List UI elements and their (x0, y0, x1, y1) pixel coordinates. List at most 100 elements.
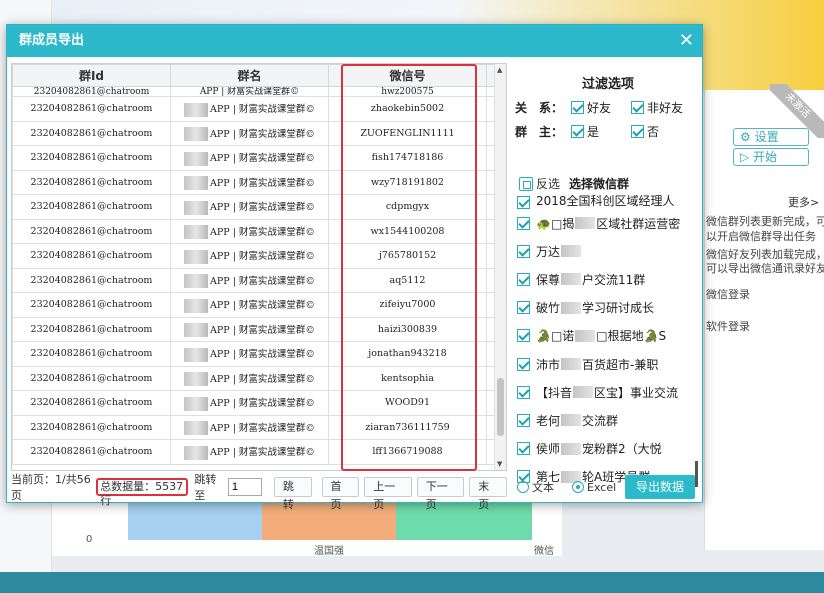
group-list-item[interactable]: 侯师 宠粉群2（大悦 (517, 435, 695, 463)
friend-checkbox[interactable]: 好友 (571, 99, 611, 116)
cell-wechat-id: hwz200575 (328, 86, 487, 97)
jump-page-input[interactable] (227, 478, 262, 496)
blurred-text (184, 421, 209, 435)
owner-yes-checkbox[interactable]: 是 (571, 123, 599, 140)
prev-page-button[interactable]: 上一页 (364, 477, 412, 511)
cell-group-id: 23204082861@chatroom (12, 218, 171, 244)
reverse-select-button[interactable]: 反选 (519, 175, 560, 192)
group-list-item[interactable]: 万达 (517, 237, 695, 265)
jump-button[interactable]: 跳转 (273, 477, 312, 511)
owner-no-checkbox[interactable]: 否 (631, 123, 659, 140)
checkbox-icon (517, 272, 530, 286)
group-name-text: APP | 财富实战课堂群© (210, 300, 315, 311)
cell-wechat-id: ZUOFENGLIN1111 (328, 120, 487, 146)
chart-bar (396, 498, 532, 540)
group-name-text: APP | 财富实战课堂群© (210, 177, 315, 189)
group-name-text: APP | 财富实战课堂群© (210, 422, 315, 434)
more-link[interactable]: 更多> (788, 194, 819, 210)
cell-wechat-id: kentsophia (328, 365, 487, 391)
taskbar (0, 572, 824, 593)
column-header-group-name[interactable]: 群名 (170, 64, 329, 87)
cell-wechat-id: aq5112 (328, 267, 487, 293)
login-status-2: 软件登录 (706, 320, 750, 333)
text-option-label: 文本 (532, 481, 554, 494)
table-row[interactable]: 23204082861@chatroom APP | 财富实战课堂群© ZUOFEN… (12, 120, 497, 146)
login-status-1: 微信登录 (706, 288, 750, 301)
owner-yes-label: 是 (587, 125, 600, 139)
scroll-down-icon[interactable]: ▼ (497, 460, 502, 468)
checkbox-icon (517, 196, 530, 209)
last-page-button[interactable]: 末页 (469, 477, 507, 511)
column-header-group-id[interactable]: 群Id (12, 64, 171, 87)
table-row[interactable]: 23204082861@chatroom APP | 财富实战课堂群© lff136… (12, 439, 497, 465)
group-name-start: 侯师 (536, 442, 561, 457)
group-name-text: APP | 财富实战课堂群© (210, 153, 315, 164)
cell-group-id: 23204082861@chatroom (12, 120, 171, 146)
cell-wechat-id: lff1366719088 (328, 439, 487, 465)
group-list-item[interactable]: 沛市 百货超市-兼职 (517, 350, 695, 378)
dialog-title: 群成员导出 (19, 33, 85, 48)
scroll-up-icon[interactable]: ▲ (497, 66, 502, 74)
group-list-item[interactable]: 🐊□诺 □根据地🐊S (517, 322, 695, 350)
table-row[interactable]: 23204082861@chatroom APP | 财富实战课堂群© zifeiy… (12, 292, 497, 318)
checkbox-icon (517, 216, 530, 230)
close-icon[interactable]: ✕ (679, 25, 694, 57)
group-name-text: APP | 财富实战课堂群© (210, 226, 315, 238)
cell-wechat-id: zhaokebin5002 (328, 96, 487, 122)
scrollbar-thumb[interactable] (497, 378, 504, 436)
group-name-text: APP | 财富实战课堂群© (210, 104, 315, 115)
cell-wechat-id: jonathan943218 (328, 341, 487, 367)
column-header-wechat-id[interactable]: 微信号 (328, 64, 487, 87)
settings-button[interactable]: ⚙ 设置 (733, 128, 809, 146)
first-page-button[interactable]: 首页 (321, 477, 360, 511)
cell-group-name: APP | 财富实战课堂群© (170, 390, 329, 416)
group-name-end: 区域社群运营密 (596, 216, 681, 231)
excel-option-label: Excel (587, 480, 617, 494)
group-list-item[interactable]: 【抖音 区宝】事业交流 (517, 378, 695, 406)
table-row[interactable]: 23204082861@chatroom APP | 财富实战课堂群© hwz2… (12, 86, 497, 97)
table-row[interactable]: 23204082861@chatroom APP | 财富实战课堂群© ziaran… (12, 414, 497, 440)
export-data-button[interactable]: 导出数据 (625, 475, 695, 499)
cell-group-id: 23204082861@chatroom (12, 316, 171, 342)
excel-radio[interactable] (572, 481, 584, 493)
filter-panel: 过滤选项 关 系： 好友 非好友 群 主： 是 否 反选 选择微信群 2018全… (515, 63, 701, 503)
cell-group-name: APP | 财富实战课堂群© (170, 86, 329, 97)
group-name-start: 保尊 (536, 272, 561, 287)
start-button[interactable]: ▷ 开始 (733, 148, 809, 166)
table-row[interactable]: 23204082861@chatroom APP | 财富实战课堂群© cdpmgy… (12, 194, 497, 220)
text-radio[interactable] (517, 481, 529, 493)
checkbox-icon (517, 357, 530, 371)
group-list-item[interactable]: 保尊 户交流11群 (517, 265, 695, 293)
dialog-titlebar: 群成员导出 ✕ (7, 25, 702, 57)
chart-bar (128, 498, 262, 540)
cell-group-name: APP | 财富实战课堂群© (170, 267, 329, 293)
group-name-text: APP | 财富实战课堂群© (210, 447, 315, 458)
table-row[interactable]: 23204082861@chatroom APP | 财富实战课堂群© zhaoke… (12, 96, 497, 122)
group-name-start: 【抖音 (536, 385, 573, 400)
blurred-text (184, 102, 209, 117)
group-list-item[interactable]: 2018全国科创区域经理人 (517, 195, 695, 209)
table-row[interactable]: 23204082861@chatroom APP | 财富实战课堂群© wzy718… (12, 169, 497, 195)
table-scrollbar[interactable]: ▲ ▼ (494, 64, 506, 470)
blurred-text (184, 151, 209, 166)
table-row[interactable]: 23204082861@chatroom APP | 财富实战课堂群© jonath… (12, 341, 497, 367)
cell-group-name: APP | 财富实战课堂群© (170, 194, 329, 220)
table-body: 23204082861@chatroom APP | 财富实战课堂群© hwz2… (12, 86, 497, 465)
non-friend-checkbox[interactable]: 非好友 (631, 99, 683, 116)
table-row[interactable]: 23204082861@chatroom APP | 财富实战课堂群© haizi3… (12, 316, 497, 342)
next-page-button[interactable]: 下一页 (416, 477, 465, 511)
table-row[interactable]: 23204082861@chatroom APP | 财富实战课堂群© kentso… (12, 365, 497, 391)
group-list-item[interactable]: 老何 交流群 (517, 406, 695, 434)
table-row[interactable]: 23204082861@chatroom APP | 财富实战课堂群© wx1544… (12, 218, 497, 244)
group-name-end: 学习研讨成长 (582, 301, 655, 316)
table-row[interactable]: 23204082861@chatroom APP | 财富实战课堂群© WOOD91 (12, 390, 497, 416)
blurred-text (575, 217, 596, 230)
group-list-item[interactable]: 破竹 学习研讨成长 (517, 294, 695, 322)
table-row[interactable]: 23204082861@chatroom APP | 财富实战课堂群© fish17… (12, 145, 497, 171)
table-row[interactable]: 23204082861@chatroom APP | 财富实战课堂群© j76578… (12, 243, 497, 269)
group-name-text: APP | 财富实战课堂群© (210, 251, 315, 262)
cell-group-name: APP | 财富实战课堂群© (170, 120, 329, 146)
group-name-end: 交流群 (582, 413, 619, 428)
group-list-item[interactable]: 🐢□揭 区域社群运营密 (517, 209, 695, 237)
table-row[interactable]: 23204082861@chatroom APP | 财富实战课堂群© aq5112 (12, 267, 497, 293)
